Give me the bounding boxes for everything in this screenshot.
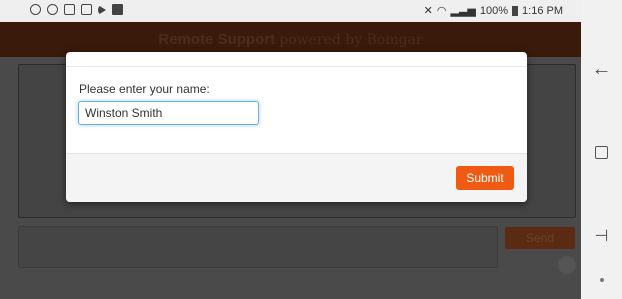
app-title-main: Remote Support — [158, 31, 276, 48]
system-status: ✕ ◠ ▂▃▅ 100% 1:16 PM — [423, 4, 563, 18]
back-icon[interactable]: ← — [581, 58, 622, 81]
mute-icon: ✕ — [423, 5, 433, 17]
battery-icon — [512, 5, 519, 16]
app-title-sub: powered by Bomgar — [279, 32, 423, 48]
wifi-icon: ◠ — [436, 5, 447, 17]
status-bar: ✕ ◠ ▂▃▅ 100% 1:16 PM — [0, 0, 581, 22]
notification-icons — [30, 4, 123, 15]
name-input[interactable] — [78, 101, 259, 125]
name-dialog: Please enter your name: Submit — [66, 52, 527, 202]
nfc-icon — [47, 4, 58, 15]
dot-icon — [581, 278, 622, 282]
clock: 1:16 PM — [522, 4, 563, 17]
battery-percent: 100% — [479, 4, 509, 17]
message-input[interactable] — [18, 226, 498, 268]
dialog-footer: Submit — [66, 153, 527, 202]
document-icon — [81, 4, 92, 15]
image-icon — [64, 4, 75, 15]
name-prompt: Please enter your name: — [79, 82, 210, 96]
dialog-body: Please enter your name: — [66, 67, 527, 153]
signal-icon: ▂▃▅ — [450, 5, 476, 17]
nfc-icon — [30, 4, 41, 15]
submit-button[interactable]: Submit — [456, 166, 514, 190]
play-icon — [98, 4, 106, 15]
home-icon[interactable]: ⊣ — [581, 226, 622, 246]
chat-icon — [558, 256, 576, 274]
send-button[interactable]: Send — [505, 227, 575, 249]
dialog-header — [66, 52, 527, 67]
recents-icon[interactable] — [581, 146, 622, 159]
facebook-icon — [112, 4, 123, 15]
navigation-bar: ← ⊣ — [581, 0, 622, 299]
app-title: Remote Support powered by Bomgar — [0, 31, 581, 48]
